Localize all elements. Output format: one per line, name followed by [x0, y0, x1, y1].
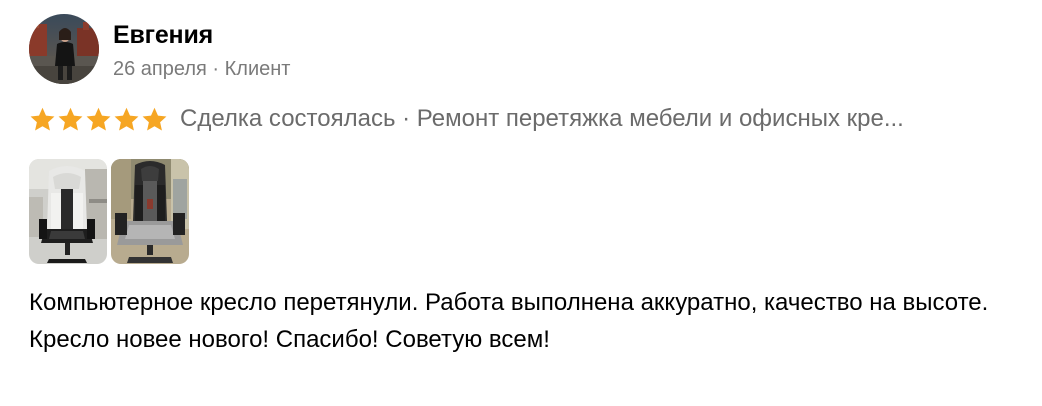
author-name[interactable]: Евгения	[113, 19, 213, 51]
author-role: Клиент	[224, 58, 291, 80]
star-icon	[30, 107, 55, 131]
chair-photo-1	[29, 159, 107, 264]
star-icon	[114, 107, 139, 131]
author-avatar[interactable]	[29, 14, 99, 84]
photo-thumbnail-1[interactable]	[29, 159, 107, 264]
review-photos	[29, 159, 189, 264]
chair-photo-2	[111, 159, 189, 264]
avatar-photo	[29, 14, 99, 84]
star-icon	[86, 107, 111, 131]
photo-thumbnail-2[interactable]	[111, 159, 189, 264]
rating-stars	[29, 106, 168, 133]
review-text: Компьютерное кресло перетянули. Работа в…	[29, 289, 989, 353]
review-meta: 26 апреля · Клиент	[113, 56, 290, 82]
deal-info: Сделка состоялась · Ремонт перетяжка меб…	[180, 105, 904, 132]
review-card: Евгения 26 апреля · Клиент Сделка состоя…	[0, 0, 1042, 406]
star-icon	[58, 107, 83, 131]
review-date: 26 апреля	[113, 58, 207, 80]
star-icon	[142, 107, 167, 131]
meta-separator: ·	[206, 58, 225, 80]
rating-row: Сделка состоялась · Ремонт перетяжка меб…	[29, 103, 1019, 135]
